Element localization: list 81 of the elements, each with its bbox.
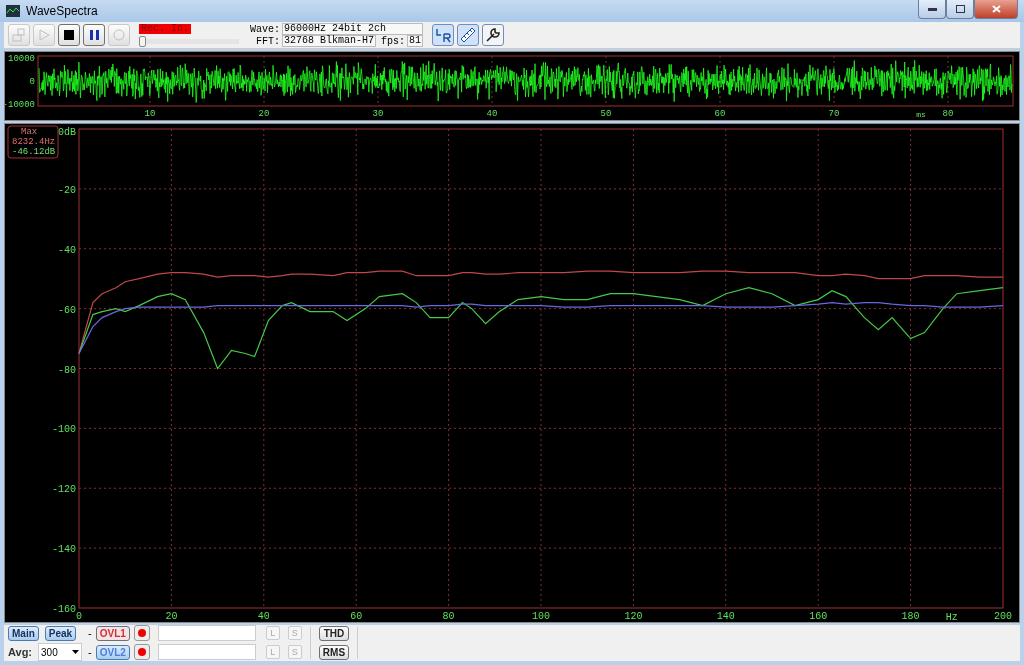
- axis-label: 140: [716, 611, 735, 622]
- view-button[interactable]: Main: [8, 625, 39, 641]
- settings-button[interactable]: [482, 24, 505, 46]
- fps-field: 81: [407, 35, 424, 47]
- axis-label: -40: [58, 244, 76, 256]
- axis-label: -140: [52, 544, 76, 556]
- window-title: WaveSpectra: [26, 4, 99, 18]
- analysis-button[interactable]: THD: [318, 626, 350, 641]
- axis-label: 40: [486, 109, 498, 119]
- analysis-button[interactable]: RMS: [318, 645, 350, 660]
- close-button[interactable]: [974, 0, 1018, 19]
- dash-label: -: [88, 646, 92, 658]
- scale-button[interactable]: [457, 24, 480, 46]
- axis-label: -100: [52, 424, 76, 436]
- minimize-icon: [927, 7, 937, 11]
- maximize-button[interactable]: [946, 0, 974, 19]
- axis-label: 120: [624, 611, 643, 622]
- axis-label: 20: [165, 611, 178, 622]
- axis-label: 160: [809, 611, 828, 622]
- axis-label: -60: [58, 304, 76, 316]
- axis-label: 30: [372, 109, 384, 119]
- fft-label: FFT:: [255, 35, 280, 47]
- axis-label: 200: [994, 611, 1012, 622]
- overlay-field[interactable]: [157, 625, 256, 641]
- record-button[interactable]: [133, 644, 150, 660]
- play-icon: [38, 29, 50, 41]
- lr-icon: [435, 27, 452, 43]
- axis-label: 180: [901, 611, 920, 622]
- fps-label: fps:: [381, 35, 406, 47]
- pause-icon: [89, 30, 99, 40]
- app-icon: [6, 5, 20, 17]
- stop-icon: [64, 30, 74, 40]
- axis-label: 100: [532, 611, 550, 622]
- axis-label: 60: [350, 611, 363, 622]
- rec-input-label: Rec. In.: [139, 23, 191, 34]
- wrench-icon: [485, 27, 502, 43]
- dropdown-icon: [72, 650, 80, 654]
- close-icon: [991, 5, 1001, 13]
- record-icon: [137, 629, 146, 637]
- overlay-field[interactable]: [157, 644, 256, 660]
- axis-label: -160: [52, 604, 76, 615]
- slider-thumb[interactable]: [139, 35, 146, 47]
- record-icon: [137, 648, 146, 656]
- wave-field: 96000Hz 24bit 2ch: [282, 23, 424, 35]
- view-button[interactable]: Peak: [44, 625, 77, 641]
- pause-button[interactable]: [83, 24, 105, 46]
- maximize-icon: [955, 5, 965, 13]
- axis-label: -20: [58, 184, 76, 196]
- marker-frequency: 8232.4Hz: [12, 137, 56, 147]
- unit-label: ms: [916, 110, 926, 119]
- wave-label: Wave:: [250, 23, 280, 35]
- axis-title: Hz: [945, 612, 958, 622]
- axis-label: 50: [600, 109, 612, 119]
- axis-label: 80: [942, 109, 954, 119]
- axis-label: 0dB: [58, 127, 76, 138]
- marker-box: [7, 125, 59, 159]
- export-icon: [12, 28, 26, 42]
- marker-title: Max: [21, 127, 38, 137]
- avg-select[interactable]: 300: [38, 643, 83, 661]
- axis-label: 40: [257, 611, 270, 622]
- channels-button[interactable]: [432, 24, 455, 46]
- circle-icon: [113, 29, 125, 41]
- stop-button[interactable]: [58, 24, 80, 46]
- minimize-button[interactable]: [918, 0, 946, 19]
- axis-label: 80: [442, 611, 455, 622]
- axis-label: 20: [258, 109, 270, 119]
- fft-field: 32768 Blkman-H7: [282, 35, 377, 47]
- record-button[interactable]: [133, 625, 150, 641]
- ruler-icon: [460, 27, 477, 43]
- axis-label: 10000: [8, 54, 35, 64]
- input-slider[interactable]: [139, 35, 239, 47]
- axis-label: -120: [52, 484, 76, 496]
- axis-label: 0: [29, 77, 35, 87]
- axis-label: 0: [76, 611, 82, 622]
- marker-level: -46.12dB: [12, 147, 56, 157]
- dash-label: -: [88, 627, 92, 639]
- axis-label: -80: [58, 364, 76, 376]
- axis-label: 70: [828, 109, 840, 119]
- axis-label: 10: [144, 109, 156, 119]
- axis-label: 60: [714, 109, 726, 119]
- avg-label: Avg:: [8, 646, 33, 658]
